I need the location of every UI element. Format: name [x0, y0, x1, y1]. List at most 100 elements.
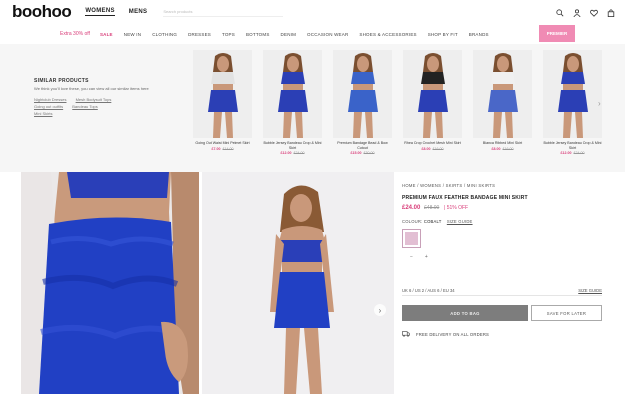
product-card[interactable]: Bubble Jersey Bandeau Crop & Mini Skirt £… [543, 50, 602, 155]
add-to-bag-button[interactable]: ADD TO BAG [402, 305, 528, 321]
similar-products-title: SIMILAR PRODUCTS [34, 78, 89, 84]
product-card-name[interactable]: Going Out Waist Mini Pelmet Skirt [193, 141, 252, 146]
search-icon[interactable] [555, 8, 564, 17]
promo-banner[interactable]: Extra 30% off [60, 31, 90, 37]
similar-link[interactable]: Going out outfits [34, 104, 63, 109]
product-card[interactable]: Premium Bandage Bead & Bow Cutout £15.00 £… [333, 50, 392, 155]
size-selected: UK 6 / US 2 / AUS 6 / EU 34 [402, 288, 455, 293]
delivery-icon [402, 331, 410, 338]
product-card-name[interactable]: Bubble Jersey Bandeau Crop & Mini Skirt [543, 141, 602, 150]
colour-swatch[interactable] [402, 229, 421, 248]
header-icons [555, 8, 615, 17]
product-card-price-now: £15.00 [350, 151, 362, 155]
product-card-price: £15.00 £30.00 [333, 151, 392, 155]
product-thumbnail[interactable] [473, 50, 532, 138]
product-card-name[interactable]: Bianca Ribbed Mini Skirt [473, 141, 532, 146]
similar-products-section: SIMILAR PRODUCTS We think you'll love th… [0, 44, 625, 172]
size-guide-link[interactable]: SIZE GUIDE [447, 219, 473, 224]
chevron-right-icon[interactable]: › [598, 99, 601, 108]
nav-item-bottoms[interactable]: BOTTOMS [246, 32, 270, 37]
nav-item-shoes[interactable]: SHOES & ACCESSORIES [359, 32, 416, 37]
nav-item-brands[interactable]: BRANDS [469, 32, 489, 37]
similar-products-panel: SIMILAR PRODUCTS We think you'll love th… [34, 78, 164, 117]
nav-item-clothing[interactable]: CLOTHING [152, 32, 177, 37]
product-card[interactable]: Bubble Jersey Bandeau Crop & Mini Skirt £… [263, 50, 322, 155]
similar-link[interactable]: Mesh Bodysuit Tops [76, 97, 112, 102]
product-thumbnail[interactable] [403, 50, 462, 138]
product-card-price-was: £14.00 [222, 146, 234, 151]
product-card[interactable]: Bianca Ribbed Mini Skirt £8.00 £16.00 [473, 50, 532, 155]
similar-link[interactable]: Bandeau Tops [72, 104, 98, 109]
product-card-name[interactable]: Rhea Crop Crochet Mesh Mini Skirt [403, 141, 462, 146]
breadcrumb[interactable]: HOME / WOMENS / SKIRTS / MINI SKIRTS [402, 183, 602, 188]
nav-item-tops[interactable]: TOPS [222, 32, 235, 37]
product-thumbnail[interactable] [543, 50, 602, 138]
product-card-price-was: £24.00 [293, 151, 305, 155]
product-price: £24.00 £48.00 | 51% OFF [402, 205, 602, 211]
product-gallery: › [21, 172, 394, 394]
product-card-price: £12.00 £24.00 [543, 151, 602, 155]
product-card-price: £8.00 £16.00 [403, 147, 462, 151]
size-select[interactable]: UK 6 / US 2 / AUS 6 / EU 34 SIZE GUIDE [402, 288, 602, 296]
tab-womens[interactable]: WOMENS [85, 8, 115, 16]
product-details: HOME / WOMENS / SKIRTS / MINI SKIRTS PRE… [402, 183, 602, 337]
product-image-closeup[interactable] [21, 172, 199, 394]
chevron-right-icon[interactable]: › [374, 304, 386, 316]
size-guide-link[interactable]: SIZE GUIDE [578, 288, 602, 293]
product-card-price-now: £7.00 [211, 146, 221, 151]
product-card-price: £7.00 £14.00 [193, 147, 252, 151]
nav-item-dresses[interactable]: DRESSES [188, 32, 211, 37]
product-image-full[interactable]: › [202, 172, 394, 394]
product-card-price: £12.00 £24.00 [263, 151, 322, 155]
product-card-price-now: £8.00 [491, 146, 501, 151]
price-discount: | 51% OFF [444, 205, 469, 211]
delivery-info: FREE DELIVERY ON ALL ORDERS [402, 331, 489, 338]
product-card-price-was: £16.00 [432, 146, 444, 151]
product-carousel: Going Out Waist Mini Pelmet Skirt £7.00 £1… [193, 50, 602, 155]
qty-plus-button[interactable]: + [425, 254, 428, 260]
product-card-name[interactable]: Bubble Jersey Bandeau Crop & Mini Skirt [263, 141, 322, 150]
product-card-price: £8.00 £16.00 [473, 147, 532, 151]
product-card[interactable]: Rhea Crop Crochet Mesh Mini Skirt £8.00 £1… [403, 50, 462, 155]
nav-item-sale[interactable]: SALE [100, 32, 113, 37]
product-card-price-was: £24.00 [573, 151, 585, 155]
nav-item-new-in[interactable]: NEW IN [124, 32, 141, 37]
tab-mens[interactable]: MENS [129, 9, 148, 16]
product-thumbnail[interactable] [333, 50, 392, 138]
product-card-price-now: £12.00 [560, 151, 572, 155]
product-card-price-now: £8.00 [421, 146, 431, 151]
nav-item-denim[interactable]: DENIM [281, 32, 297, 37]
purchase-actions: ADD TO BAG SAVE FOR LATER [402, 305, 602, 321]
account-icon[interactable] [572, 8, 581, 17]
save-for-later-button[interactable]: SAVE FOR LATER [531, 305, 602, 321]
price-was: £48.00 [424, 205, 440, 211]
similar-link[interactable]: Nightclub Dresses [34, 97, 66, 102]
product-card-price-was: £16.00 [502, 146, 514, 151]
colour-row: COLOUR: COBALT SIZE GUIDE [402, 219, 602, 224]
bag-icon[interactable] [606, 8, 615, 17]
quantity-stepper: − + [402, 254, 602, 260]
site-header: boohoo WOMENS MENS Search products [0, 0, 625, 24]
colour-label: COLOUR: [402, 219, 423, 224]
main-nav: Extra 30% off SALE NEW IN CLOTHING DRESS… [0, 24, 625, 44]
qty-minus-button[interactable]: − [410, 254, 413, 260]
product-card[interactable]: Going Out Waist Mini Pelmet Skirt £7.00 £1… [193, 50, 252, 155]
premier-button[interactable]: PREMIER [539, 25, 575, 42]
delivery-text: FREE DELIVERY ON ALL ORDERS [416, 332, 490, 337]
product-card-price-now: £12.00 [280, 151, 292, 155]
similar-link[interactable]: Mini Skirts [34, 111, 52, 116]
price-current: £24.00 [402, 205, 421, 211]
product-thumbnail[interactable] [193, 50, 252, 138]
product-thumbnail[interactable] [263, 50, 322, 138]
nav-item-occasion[interactable]: OCCASION WEAR [307, 32, 348, 37]
product-title: PREMIUM FAUX FEATHER BANDAGE MINI SKIRT [402, 195, 528, 201]
product-card-price-was: £30.00 [363, 151, 375, 155]
colour-value: COBALT [423, 219, 442, 224]
wishlist-icon[interactable] [589, 8, 598, 17]
search-input[interactable]: Search products [163, 7, 284, 17]
nav-item-shop-by-fit[interactable]: SHOP BY FIT [428, 32, 458, 37]
similar-links: Nightclub Dresses Mesh Bodysuit Tops Goi… [34, 96, 164, 117]
similar-products-description: We think you'll love these, you can view… [34, 86, 149, 91]
product-card-name[interactable]: Premium Bandage Bead & Bow Cutout [333, 141, 392, 150]
logo[interactable]: boohoo [12, 2, 72, 22]
